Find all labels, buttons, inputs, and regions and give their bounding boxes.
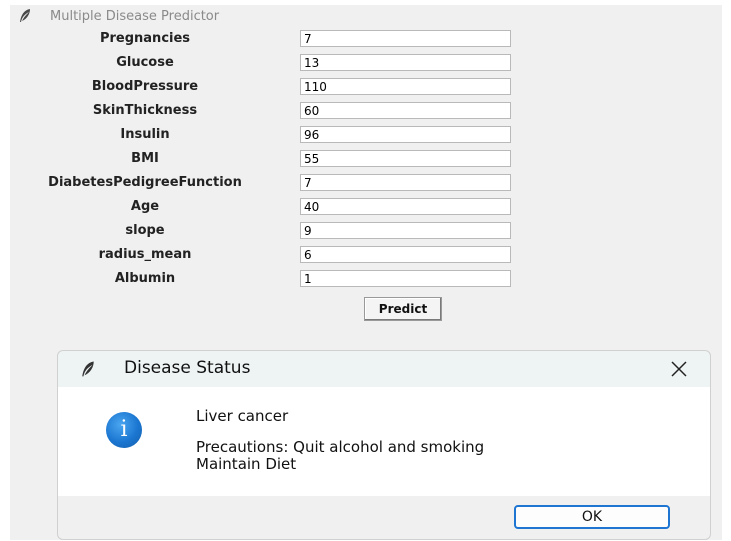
message-precautions: Precautions: Quit alcohol and smoking [196, 438, 485, 456]
label-age: Age [130, 199, 160, 214]
message-disease: Liver cancer [196, 407, 289, 425]
label-pregnancies: Pregnancies [99, 31, 191, 46]
label-bmi: BMI [131, 151, 159, 166]
glucose-input[interactable] [300, 54, 511, 71]
predict-button[interactable]: Predict [364, 297, 442, 321]
label-skinthickness: SkinThickness [92, 103, 198, 118]
bmi-input[interactable] [300, 150, 511, 167]
label-insulin: Insulin [120, 127, 170, 142]
window-title: Multiple Disease Predictor [50, 9, 220, 24]
label-diabetespedigreefunction: DiabetesPedigreeFunction [48, 175, 242, 190]
skinthickness-input[interactable] [300, 102, 511, 119]
ok-button[interactable]: OK [514, 505, 670, 529]
label-glucose: Glucose [116, 55, 174, 70]
dialog-titlebar: Disease Status [58, 351, 710, 387]
info-icon: i [106, 412, 142, 448]
albumin-input[interactable] [300, 270, 511, 287]
feather-app-icon [82, 361, 94, 377]
dialog-body: i Liver cancer Precautions: Quit alcohol… [58, 387, 710, 496]
dialog-title: Disease Status [124, 358, 251, 378]
feather-app-icon [20, 9, 30, 22]
age-input[interactable] [300, 198, 511, 215]
insulin-input[interactable] [300, 126, 511, 143]
label-slope: slope [125, 223, 165, 238]
message-precautions-cont: Maintain Diet [196, 455, 297, 473]
bloodpressure-input[interactable] [300, 78, 511, 95]
pregnancies-input[interactable] [300, 30, 511, 47]
label-bloodpressure: BloodPressure [91, 79, 199, 94]
label-radius-mean: radius_mean [98, 247, 192, 262]
diabetespedigreefunction-input[interactable] [300, 174, 511, 191]
radius-mean-input[interactable] [300, 246, 511, 263]
window-titlebar: Multiple Disease Predictor [10, 5, 722, 29]
disease-status-dialog: Disease Status i Liver cancer Precaution… [57, 350, 711, 540]
close-icon[interactable] [668, 358, 690, 380]
label-albumin: Albumin [114, 271, 176, 286]
slope-input[interactable] [300, 222, 511, 239]
